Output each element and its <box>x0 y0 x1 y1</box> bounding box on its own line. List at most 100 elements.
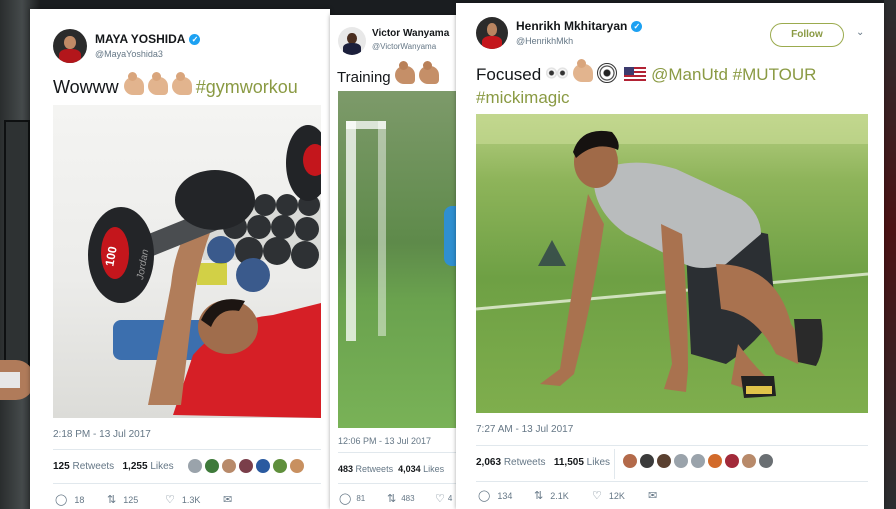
like-count[interactable]: 4,034 <box>398 464 421 474</box>
retweet-button[interactable]: ⇅ 483 <box>387 492 435 505</box>
hashtag-link[interactable]: #MUTOUR <box>733 65 817 84</box>
reply-button[interactable]: ◯ 81 <box>339 492 387 505</box>
tweet-photo[interactable] <box>476 114 868 413</box>
like-button[interactable]: ♡ 4 <box>435 492 452 505</box>
liker-avatar[interactable] <box>708 454 722 468</box>
retweets-label[interactable]: Retweets <box>72 461 114 472</box>
avatar[interactable] <box>476 17 508 49</box>
author-handle[interactable]: @MayaYoshida3 <box>95 49 163 59</box>
hashtag-link[interactable]: #gymworkou <box>196 77 298 97</box>
retweet-icon: ⇅ <box>534 490 544 502</box>
likes-label[interactable]: Likes <box>150 461 173 472</box>
liker-avatar[interactable] <box>239 459 253 473</box>
engagement-stats: 483 Retweets 4,034 Likes <box>338 464 444 474</box>
liker-avatar[interactable] <box>222 459 236 473</box>
retweet-button[interactable]: ⇅ 125 <box>107 493 165 506</box>
like-button[interactable]: ♡ 1.3K <box>165 493 223 506</box>
author-name[interactable]: Henrikh Mkhitaryan ✓ <box>516 19 643 33</box>
avatar-head <box>347 32 357 44</box>
goal-post <box>346 121 356 341</box>
author-name[interactable]: Victor Wanyama <box>372 28 449 39</box>
verified-badge-icon: ✓ <box>631 21 643 32</box>
likes-label[interactable]: Likes <box>587 457 610 468</box>
liker-avatar[interactable] <box>725 454 739 468</box>
retweet-count[interactable]: 483 <box>338 464 353 474</box>
divider <box>476 445 868 446</box>
liker-avatar[interactable] <box>657 454 671 468</box>
retweet-count[interactable]: 2,063 <box>476 457 501 468</box>
author-handle[interactable]: @VictorWanyama <box>372 42 436 51</box>
liker-avatar[interactable] <box>290 459 304 473</box>
tweet-timestamp[interactable]: 7:27 AM - 13 Jul 2017 <box>476 424 573 435</box>
avatar[interactable] <box>53 29 87 63</box>
liker-avatar[interactable] <box>273 459 287 473</box>
retweet-icon: ⇅ <box>107 494 117 506</box>
background-sleeve <box>0 372 20 388</box>
direct-message-button[interactable]: ✉ <box>648 489 664 502</box>
retweet-count[interactable]: 125 <box>53 461 70 472</box>
mention-link[interactable]: @ManUtd <box>651 65 728 84</box>
avatar[interactable] <box>338 27 366 55</box>
gym-photo-illustration: 100 Jordan <box>88 125 321 418</box>
retweet-action-count: 483 <box>401 494 415 503</box>
tweet-text: Focused @ManUtd #MUTOUR #mickimagic <box>476 59 817 109</box>
likes-label[interactable]: Likes <box>423 464 444 474</box>
tweet-text: Wowww #gymworkou <box>53 72 298 98</box>
like-count[interactable]: 1,255 <box>123 461 148 472</box>
like-button[interactable]: ♡ 12K <box>592 489 648 502</box>
tweet-actions: ◯ 18 ⇅ 125 ♡ 1.3K ✉ <box>55 493 239 506</box>
heart-icon: ♡ <box>435 493 445 505</box>
reply-button[interactable]: ◯ 134 <box>478 489 534 502</box>
reply-button[interactable]: ◯ 18 <box>55 493 107 506</box>
tweet-photo[interactable] <box>338 91 460 428</box>
tweet-timestamp[interactable]: 12:06 PM - 13 Jul 2017 <box>338 436 431 446</box>
author-name-text: MAYA YOSHIDA <box>95 32 186 46</box>
tweet-text-lead: Training <box>337 69 391 86</box>
liker-avatar[interactable] <box>623 454 637 468</box>
retweet-button[interactable]: ⇅ 2.1K <box>534 489 592 502</box>
liker-avatar[interactable] <box>188 459 202 473</box>
avatar-head <box>64 35 76 50</box>
background-right-edge <box>884 0 896 509</box>
follow-button[interactable]: Follow <box>770 23 844 47</box>
author-name[interactable]: MAYA YOSHIDA ✓ <box>95 32 201 46</box>
tweet-photo[interactable]: 100 Jordan <box>53 105 321 418</box>
flexed-biceps-icon <box>171 72 192 95</box>
like-count[interactable]: 11,505 <box>554 457 584 468</box>
gym-rack <box>4 120 30 384</box>
chevron-down-icon[interactable]: ⌄ <box>856 27 864 38</box>
reply-count: 18 <box>74 494 85 505</box>
liker-avatar[interactable] <box>691 454 705 468</box>
liker-avatar[interactable] <box>742 454 756 468</box>
author-handle[interactable]: @HenrikhMkh <box>516 36 573 46</box>
like-action-count: 1.3K <box>181 494 201 505</box>
us-flag-canton <box>624 67 635 75</box>
tweet-card-maya-yoshida: MAYA YOSHIDA ✓ @MayaYoshida3 Wowww #gymwo… <box>30 9 330 509</box>
retweets-label[interactable]: Retweets <box>356 464 394 474</box>
liker-avatar[interactable] <box>640 454 654 468</box>
tweet-timestamp[interactable]: 2:18 PM - 13 Jul 2017 <box>53 429 151 440</box>
heart-icon: ♡ <box>165 494 175 506</box>
liker-avatars <box>188 459 304 473</box>
liker-avatar[interactable] <box>256 459 270 473</box>
direct-message-button[interactable]: ✉ <box>223 493 239 506</box>
liker-avatar[interactable] <box>205 459 219 473</box>
liker-avatar[interactable] <box>674 454 688 468</box>
flexed-biceps-icon <box>147 72 168 95</box>
avatar-head <box>486 23 498 37</box>
divider <box>338 452 460 453</box>
liker-avatars <box>623 454 773 468</box>
reply-count: 134 <box>497 490 513 501</box>
hashtag-link[interactable]: #mickimagic <box>476 88 570 107</box>
retweets-label[interactable]: Retweets <box>504 457 546 468</box>
direct-message-icon: ✉ <box>223 494 233 506</box>
divider <box>476 481 868 482</box>
avatar-shirt <box>59 48 81 63</box>
liker-avatar[interactable] <box>759 454 773 468</box>
stats-separator <box>614 449 615 479</box>
retweet-action-count: 125 <box>123 494 139 505</box>
flexed-biceps-icon <box>394 61 415 84</box>
flexed-biceps-icon <box>572 59 593 82</box>
tweet-actions: ◯ 134 ⇅ 2.1K ♡ 12K ✉ <box>478 489 664 502</box>
training-photo-illustration <box>476 114 868 398</box>
